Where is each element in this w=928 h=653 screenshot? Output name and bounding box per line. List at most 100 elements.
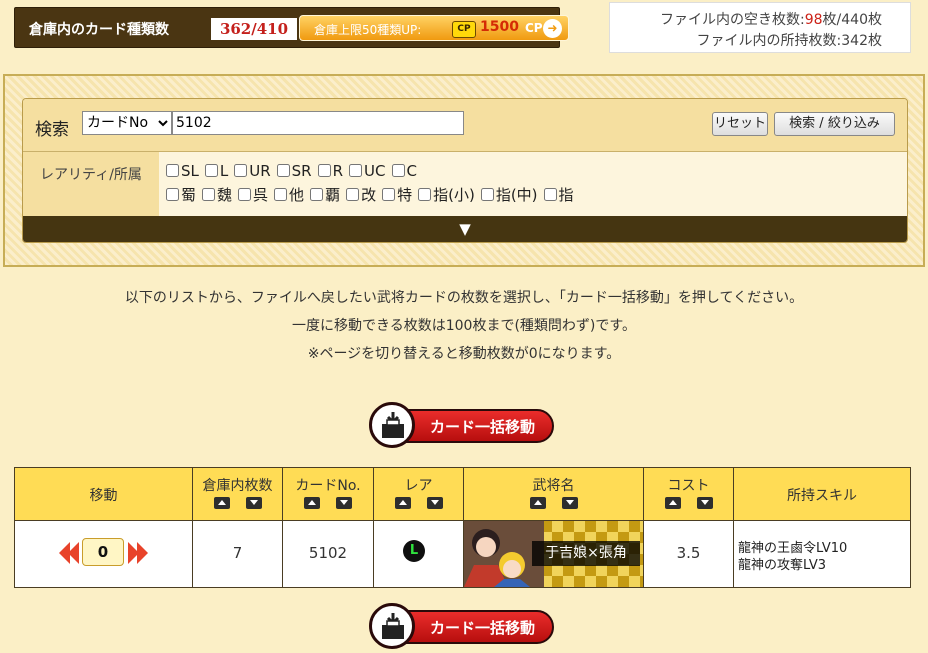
search-field-select[interactable]: カードNo: [82, 111, 172, 135]
increase-arrow-icon[interactable]: [126, 540, 148, 566]
rarity-option-label: C: [406, 162, 417, 180]
header-rarity-label: レア: [404, 478, 433, 494]
faction-checkbox[interactable]: [418, 188, 432, 201]
file-owned-count: ファイル内の所持枚数:342枚: [696, 33, 882, 49]
faction-checkbox[interactable]: [543, 188, 557, 201]
faction-checkbox[interactable]: [346, 188, 360, 201]
header-cost: コスト: [644, 468, 734, 521]
rarity-option[interactable]: UR: [234, 162, 271, 180]
sort-controls: [464, 497, 643, 513]
header-name-label: 武将名: [532, 478, 575, 494]
sort-desc-icon[interactable]: [696, 497, 713, 509]
search-filter-button[interactable]: 検索 / 絞り込み: [774, 112, 895, 136]
faction-checkbox[interactable]: [274, 188, 288, 201]
faction-option-label: 指(中): [495, 186, 538, 204]
sort-asc-icon[interactable]: [664, 497, 681, 509]
faction-option[interactable]: 呉: [238, 184, 268, 205]
faction-option[interactable]: 指: [543, 184, 574, 205]
cp-cost-value: 1500: [480, 19, 519, 35]
move-cell: 0: [15, 521, 193, 587]
faction-option[interactable]: 他: [274, 184, 304, 205]
faction-checkbox[interactable]: [166, 188, 179, 201]
header-card-no: カードNo.: [283, 468, 374, 521]
faction-option[interactable]: 覇: [310, 184, 340, 205]
faction-option[interactable]: 魏: [202, 184, 232, 205]
rarity-option-label: R: [332, 162, 344, 180]
sort-desc-icon[interactable]: [426, 497, 443, 509]
rarity-option[interactable]: UC: [349, 162, 386, 180]
move-quantity[interactable]: 0: [82, 538, 124, 566]
search-input[interactable]: [172, 111, 464, 135]
expand-filters-bar[interactable]: ▼: [23, 216, 907, 242]
faction-option-label: 呉: [253, 186, 269, 204]
header-card-no-label: カードNo.: [295, 478, 361, 494]
card-move-icon: [369, 603, 415, 649]
sort-desc-icon[interactable]: [245, 497, 262, 509]
sort-desc-icon[interactable]: [336, 497, 352, 509]
rarity-option[interactable]: L: [204, 162, 229, 180]
faction-checkbox[interactable]: [480, 188, 494, 201]
rarity-checkbox[interactable]: [349, 164, 363, 177]
triangle-down-icon: ▼: [459, 220, 471, 238]
rarity-checkbox[interactable]: [234, 164, 248, 177]
rarity-checkbox[interactable]: [391, 164, 405, 177]
search-box: 検索 カードNo リセット 検索 / 絞り込み レアリティ/所属 SL L UR SR…: [22, 98, 908, 243]
sort-controls: [283, 497, 373, 513]
sort-asc-icon[interactable]: [394, 497, 411, 509]
faction-checkbox[interactable]: [202, 188, 216, 201]
faction-checkbox[interactable]: [238, 188, 252, 201]
sort-asc-icon[interactable]: [529, 497, 546, 509]
rarity-checkbox[interactable]: [204, 164, 218, 177]
faction-option[interactable]: 蜀: [166, 184, 196, 205]
sort-controls: [374, 497, 463, 513]
bulk-move-button-top[interactable]: カード一括移動: [369, 400, 556, 452]
header-move: 移動: [15, 468, 193, 521]
faction-option[interactable]: 指(中): [480, 184, 538, 205]
sort-controls: [644, 497, 733, 513]
rarity-option-label: L: [219, 162, 229, 180]
sort-asc-icon[interactable]: [213, 497, 230, 509]
bulk-move-label: カード一括移動: [430, 418, 536, 436]
rarity-checkbox[interactable]: [317, 164, 331, 177]
file-free-count: ファイル内の空き枚数:98枚/440枚: [660, 9, 882, 29]
upgrade-capacity-button[interactable]: 倉庫上限50種類UP: CP 1500 CP ➜: [299, 15, 569, 41]
bulk-move-label: カード一括移動: [430, 619, 536, 637]
card-move-icon: [369, 402, 415, 448]
decrease-arrow-icon[interactable]: [59, 540, 81, 566]
header-skills-label: 所持スキル: [787, 488, 857, 504]
rarity-filter-row: レアリティ/所属 SL L UR SR R UC C 蜀 魏 呉 他 覇 改 特 指(小) 指(中) 指: [23, 152, 907, 216]
faction-checkbox[interactable]: [310, 188, 324, 201]
search-label: 検索: [35, 120, 69, 140]
card-thumbnail[interactable]: 于吉娘×張角: [464, 521, 643, 587]
reset-button[interactable]: リセット: [712, 112, 768, 136]
faction-option[interactable]: 指(小): [418, 184, 475, 205]
card-no-cell: 5102: [283, 521, 374, 587]
faction-option[interactable]: 改: [346, 184, 376, 205]
faction-option[interactable]: 特: [382, 184, 412, 205]
faction-option-label: 特: [397, 186, 413, 204]
sort-controls: [193, 497, 282, 513]
instruction-line-2: 一度に移動できる枚数は100枚まで(種類問わず)です。: [292, 318, 636, 334]
rarity-option[interactable]: R: [317, 162, 344, 180]
faction-option-label: 他: [289, 186, 305, 204]
name-cell: 于吉娘×張角: [464, 521, 644, 587]
rarity-faction-label: レアリティ/所属: [23, 152, 159, 216]
sort-asc-icon[interactable]: [304, 497, 320, 509]
arrow-right-icon: ➜: [543, 19, 562, 38]
sort-desc-icon[interactable]: [561, 497, 578, 509]
rarity-option[interactable]: SR: [276, 162, 312, 180]
rarity-checkbox[interactable]: [276, 164, 290, 177]
skills-cell: 龍神の王鹵令LV10 龍神の攻奪LV3: [734, 521, 910, 587]
rarity-option[interactable]: C: [391, 162, 417, 180]
file-free-suffix: 枚/440枚: [822, 12, 882, 28]
rarity-option[interactable]: SL: [166, 162, 199, 180]
rarity-checkbox[interactable]: [166, 164, 179, 177]
faction-option-label: 覇: [325, 186, 341, 204]
card-number: 5102: [308, 544, 348, 562]
faction-checkbox[interactable]: [382, 188, 396, 201]
stock-types-label: 倉庫内のカード種類数: [29, 22, 169, 38]
header-stock-label: 倉庫内枚数: [202, 478, 273, 494]
rarity-option-label: SL: [181, 162, 199, 180]
bulk-move-button-bottom[interactable]: カード一括移動: [369, 601, 556, 653]
rarity-option-label: UR: [249, 162, 271, 180]
